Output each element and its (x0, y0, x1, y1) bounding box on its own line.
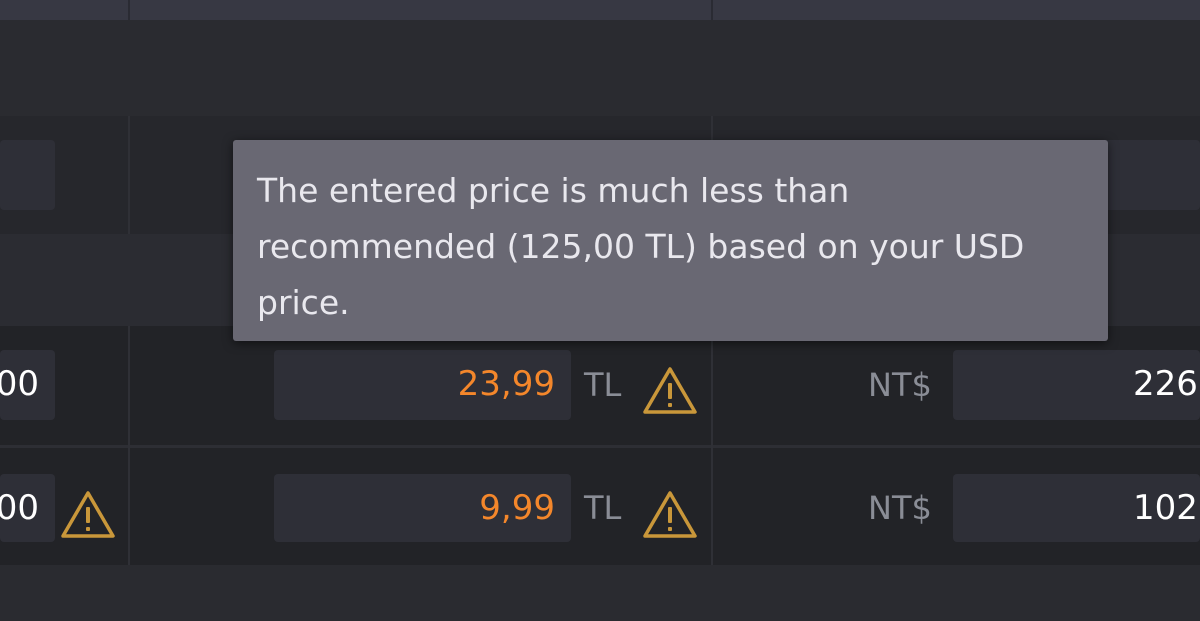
currency-label-tl: TL (584, 366, 622, 404)
twd-price-input[interactable]: 226 (953, 350, 1200, 420)
warning-triangle-icon[interactable] (60, 490, 116, 540)
warning-triangle-icon[interactable] (642, 490, 698, 540)
tl-price-value: 23,99 (457, 364, 555, 404)
price-input-left[interactable]: 00 (0, 350, 55, 420)
header-divider (128, 0, 130, 20)
currency-label-twd: NT$ (868, 366, 932, 404)
column-divider (711, 326, 713, 565)
column-divider (128, 116, 130, 234)
currency-label-tl: TL (584, 489, 622, 527)
table-header-bar (0, 0, 1200, 20)
twd-price-value: 102 (1133, 488, 1198, 528)
header-divider (711, 0, 713, 20)
section-band (0, 20, 1200, 116)
table-footer (0, 565, 1200, 621)
warning-triangle-icon[interactable] (642, 366, 698, 416)
twd-price-value: 226 (1133, 364, 1198, 404)
price-input-left[interactable]: 00 (0, 474, 55, 542)
price-value: 00 (0, 364, 39, 404)
price-input[interactable] (0, 140, 55, 210)
price-value: 00 (0, 488, 39, 528)
tl-price-input[interactable]: 23,99 (274, 350, 571, 420)
price-input[interactable] (1100, 140, 1200, 210)
tooltip-text: The entered price is much less than reco… (257, 171, 1025, 322)
currency-label-twd: NT$ (868, 489, 932, 527)
price-warning-tooltip: The entered price is much less than reco… (233, 140, 1108, 341)
tl-price-input[interactable]: 9,99 (274, 474, 571, 542)
column-divider (128, 326, 130, 565)
twd-price-input[interactable]: 102 (953, 474, 1200, 542)
tl-price-value: 9,99 (479, 488, 555, 528)
